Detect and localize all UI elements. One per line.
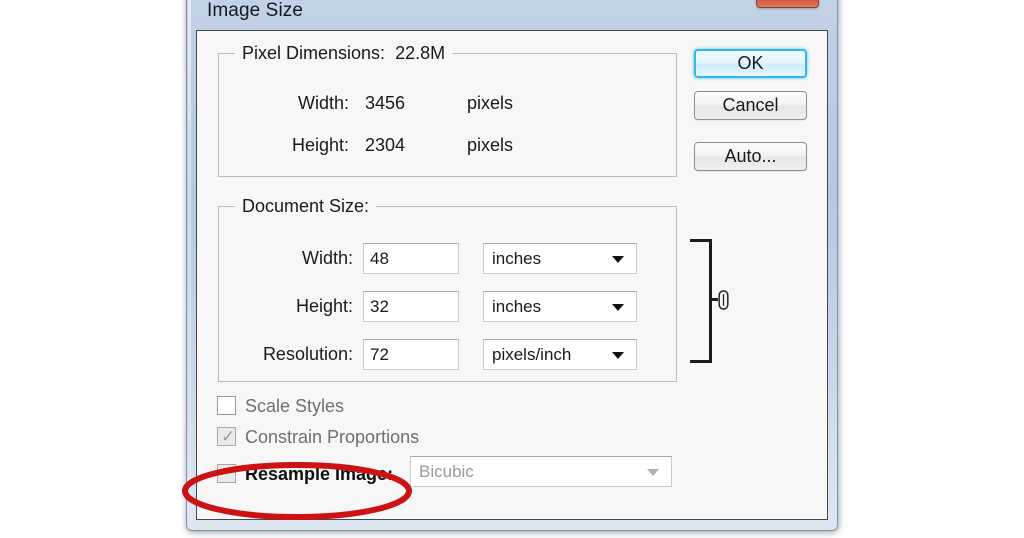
scale-styles-label: Scale Styles [245, 396, 345, 416]
document-height-row: Height: inches [219, 291, 676, 322]
checkmark-icon: ✓ [221, 427, 236, 446]
document-height-unit-value: inches [492, 297, 542, 316]
pixel-dimensions-legend: Pixel Dimensions: 22.8M [235, 43, 453, 64]
resample-image-checkbox[interactable] [217, 464, 236, 483]
document-width-label: Width: [301, 248, 353, 268]
pixel-dimensions-group: Pixel Dimensions: 22.8M Width: 3456 pixel… [218, 43, 677, 177]
pixel-height-label: Height: [291, 135, 349, 155]
constrain-proportions-label: Constrain Proportions [245, 427, 420, 447]
pixel-width-unit: pixels [467, 93, 514, 113]
pixel-width-row: Width: 3456 pixels [219, 88, 676, 118]
ok-button[interactable]: OK [694, 49, 807, 78]
pixel-height-unit: pixels [467, 135, 514, 155]
document-width-input[interactable] [363, 243, 459, 274]
chain-link-icon [718, 290, 729, 310]
title-bar[interactable]: Image Size ✕ [187, 0, 837, 30]
pixel-height-row: Height: 2304 pixels [219, 130, 676, 160]
close-button[interactable]: ✕ [756, 0, 819, 8]
document-resolution-unit-dropdown[interactable]: pixels/inch [483, 339, 637, 370]
document-resolution-input[interactable] [363, 339, 459, 370]
document-width-unit-dropdown[interactable]: inches [483, 243, 637, 274]
auto-button[interactable]: Auto... [694, 142, 807, 171]
constrain-link-bracket [690, 239, 736, 363]
document-resolution-label: Resolution: [262, 344, 353, 364]
close-icon: ✕ [757, 0, 818, 7]
document-size-group: Document Size: Width: inches Height: inc… [218, 196, 677, 382]
resample-method-value: Bicubic [419, 462, 474, 481]
document-height-label: Height: [295, 296, 353, 316]
bracket-shape [690, 239, 712, 363]
document-width-unit-value: inches [492, 249, 542, 268]
pixel-dimensions-size-value: 22.8M [395, 43, 446, 63]
image-size-dialog: Image Size ✕ Pixel Dimensions: 22.8M Widt… [186, 0, 838, 531]
dialog-body: Pixel Dimensions: 22.8M Width: 3456 pixel… [196, 30, 828, 520]
chevron-down-icon [612, 256, 624, 263]
chevron-down-icon [647, 469, 659, 476]
scale-styles-checkbox[interactable] [217, 396, 236, 415]
pixel-height-value: 2304 [365, 135, 406, 155]
chevron-down-icon [612, 352, 624, 359]
cancel-button[interactable]: Cancel [694, 91, 807, 120]
window-title: Image Size [207, 0, 304, 21]
document-resolution-unit-value: pixels/inch [492, 345, 572, 364]
document-height-unit-dropdown[interactable]: inches [483, 291, 637, 322]
resample-image-label: Resample Image: [245, 464, 394, 484]
constrain-proportions-checkbox[interactable]: ✓ [217, 427, 236, 446]
resample-method-dropdown[interactable]: Bicubic [410, 456, 672, 487]
document-width-row: Width: inches [219, 243, 676, 274]
bracket-stub [709, 298, 718, 301]
document-size-legend: Document Size: [235, 196, 377, 217]
pixel-width-label: Width: [297, 93, 349, 113]
pixel-width-value: 3456 [365, 93, 406, 113]
document-height-input[interactable] [363, 291, 459, 322]
document-resolution-row: Resolution: pixels/inch [219, 339, 676, 370]
chevron-down-icon [612, 304, 624, 311]
pixel-dimensions-legend-label: Pixel Dimensions: [242, 43, 386, 63]
